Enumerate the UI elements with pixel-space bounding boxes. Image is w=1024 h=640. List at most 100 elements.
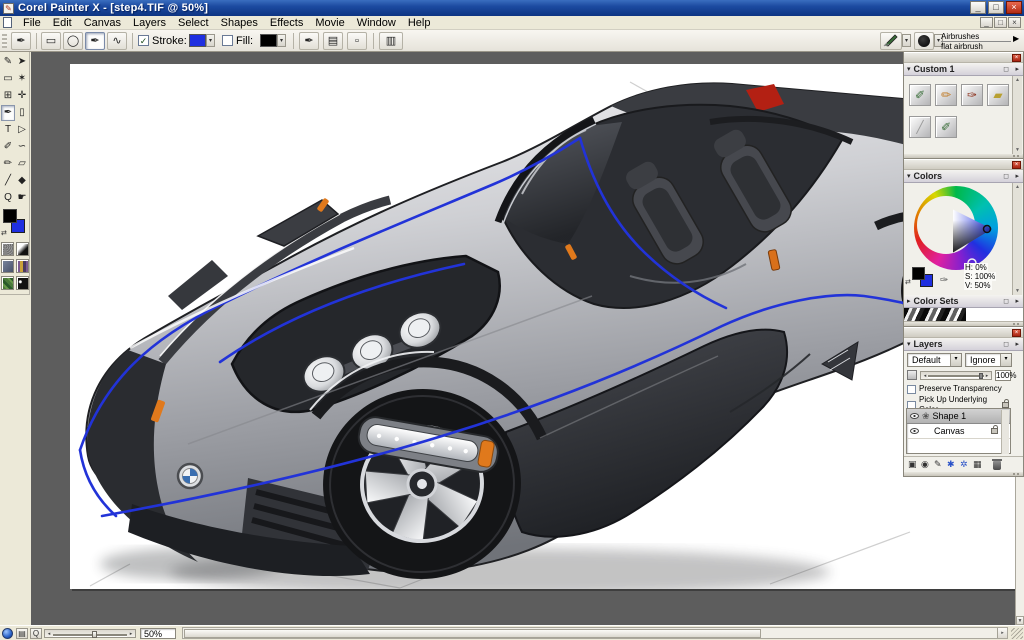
fill-color-swatch[interactable] — [260, 34, 277, 47]
page-info-icon[interactable]: ▤ — [16, 628, 28, 639]
new-layer-icon[interactable]: ✎ — [934, 459, 942, 470]
layer-commands-icon[interactable]: ▣ — [908, 459, 917, 470]
menu-shapes[interactable]: Shapes — [215, 16, 264, 30]
colors-palette-titlebar[interactable]: × — [904, 159, 1023, 170]
main-color-swatch[interactable] — [3, 209, 17, 223]
preview-button[interactable]: ▥ — [379, 32, 403, 50]
collapse-icon[interactable]: ▸ — [907, 297, 911, 305]
collapse-icon[interactable]: ▾ — [907, 172, 911, 180]
palette-menu-icon[interactable]: ▸ — [1015, 172, 1019, 180]
close-icon[interactable]: × — [1012, 54, 1021, 62]
stroke-options-button[interactable]: ✒ — [299, 32, 319, 50]
brush-tool[interactable]: ✎ — [1, 54, 15, 70]
palette-box-icon[interactable]: ◻ — [1003, 340, 1009, 348]
gradient-selector[interactable] — [16, 242, 29, 256]
palette-menu-icon[interactable]: ▸ — [1015, 340, 1019, 348]
layer-row-canvas[interactable]: Canvas — [907, 424, 1010, 439]
visibility-eye-icon[interactable] — [910, 413, 919, 419]
toolbar-grip[interactable] — [2, 34, 7, 48]
minimize-button[interactable]: _ — [970, 1, 986, 14]
pattern-selector[interactable] — [1, 259, 14, 273]
custom-palette-header[interactable]: ▾ Custom 1 ◻ ▸ — [904, 63, 1023, 76]
stroke-color-dropdown[interactable]: ▾ — [206, 34, 215, 47]
selection-adjuster-tool[interactable]: ✛ — [15, 88, 29, 104]
pen-tool[interactable]: ✒ — [1, 105, 15, 121]
color-set-preview[interactable] — [904, 308, 1023, 322]
dab-preview-button[interactable] — [914, 32, 934, 50]
brush-ghost-dropdown[interactable]: ▾ — [902, 34, 911, 47]
palette-box-icon[interactable]: ◻ — [1003, 172, 1009, 180]
clone-color-icon[interactable]: ✑ — [940, 275, 948, 286]
zoom-in-icon[interactable]: ▸ — [127, 630, 135, 638]
crop-tool[interactable]: ⊞ — [1, 88, 15, 104]
composite-depth-dropdown[interactable]: Ignore ▾ — [965, 353, 1012, 367]
drawer-icon[interactable] — [2, 628, 13, 639]
visibility-eye-icon[interactable] — [910, 428, 919, 434]
sv-triangle[interactable] — [914, 186, 998, 270]
palette-box-icon[interactable]: ◻ — [1003, 65, 1009, 73]
close-icon[interactable]: × — [1012, 329, 1021, 337]
close-button[interactable]: × — [1006, 1, 1022, 14]
rect-shape-button[interactable]: ▭ — [41, 32, 61, 50]
zoom-out-icon[interactable]: ◂ — [45, 630, 53, 638]
canvas-page[interactable] — [70, 64, 1015, 589]
palette-box-icon[interactable]: ◻ — [1003, 297, 1009, 305]
palette-scrollbar[interactable]: ▲ ▼ — [1012, 76, 1022, 154]
main-color-swatch[interactable] — [912, 267, 925, 280]
rect-select-tool[interactable]: ▭ — [1, 71, 15, 87]
oval-shape-button[interactable]: ◯ — [63, 32, 83, 50]
lasso-tool[interactable]: ∽ — [15, 139, 29, 155]
menu-movie[interactable]: Movie — [309, 16, 350, 30]
palette-menu-icon[interactable]: ▸ — [1015, 65, 1019, 73]
menu-help[interactable]: Help — [402, 16, 437, 30]
custom-palette-titlebar[interactable]: × — [904, 52, 1023, 63]
scroll-down-arrow[interactable]: ▼ — [1016, 616, 1024, 625]
palette-resize-handle[interactable] — [904, 472, 1023, 476]
layer-row-shape1[interactable]: ❀ Shape 1 — [907, 409, 1010, 424]
dynamic-plugins-icon[interactable]: ◉ — [921, 459, 929, 470]
scroll-up-icon[interactable]: ▲ — [1013, 183, 1022, 191]
layers-palette-titlebar[interactable]: × — [904, 327, 1023, 338]
palette-resize-handle[interactable] — [904, 154, 1023, 158]
scratchboard-tool-icon[interactable]: ✐ — [909, 84, 931, 106]
hscroll-thumb[interactable] — [184, 629, 761, 638]
stroke-checkbox[interactable]: ✓ — [138, 35, 149, 46]
eraser-tool[interactable]: ▱ — [15, 156, 29, 172]
rect-shape-tool[interactable]: ▯ — [15, 105, 29, 121]
scroll-right-icon[interactable]: ▸ — [997, 628, 1007, 638]
grabber-tool[interactable]: ☛ — [15, 190, 29, 206]
new-liquid-ink-layer-icon[interactable]: ✲ — [960, 459, 968, 470]
selection-options-button[interactable]: ▫ — [347, 32, 367, 50]
close-icon[interactable]: × — [1012, 161, 1021, 169]
dropdown-arrow-icon[interactable]: ▾ — [950, 354, 961, 366]
slider-right-icon[interactable]: ▸ — [983, 372, 991, 380]
weave-selector[interactable] — [16, 259, 29, 273]
menu-canvas[interactable]: Canvas — [78, 16, 127, 30]
pencil-icon[interactable]: ╱ — [909, 116, 931, 138]
palette-resize-handle[interactable] — [904, 322, 1023, 326]
chalk-icon[interactable]: ▰ — [987, 84, 1009, 106]
trash-icon[interactable] — [993, 461, 1001, 470]
layer-adjuster-tool[interactable]: ➤ — [15, 54, 29, 70]
quick-curve-button[interactable]: ∿ — [107, 32, 127, 50]
shape-selection-tool[interactable]: ▷ — [15, 122, 29, 138]
magnifier-icon[interactable]: Q — [30, 628, 42, 639]
swap-colors-icon[interactable]: ⇄ — [905, 278, 911, 286]
colors-palette-header[interactable]: ▾ Colors ◻ ▸ — [904, 170, 1023, 183]
composite-method-dropdown[interactable]: Default ▾ — [907, 353, 962, 367]
magnifier-tool[interactable]: Q — [1, 190, 15, 206]
text-tool[interactable]: T — [1, 122, 15, 138]
new-layer-mask-icon[interactable]: ▦ — [973, 459, 982, 470]
palette-scrollbar[interactable]: ▲ ▼ — [1012, 183, 1022, 295]
brush-selector[interactable]: Airbrushes flat airbrush — [941, 32, 1011, 50]
child-close-button[interactable]: × — [1008, 17, 1021, 28]
layers-palette-header[interactable]: ▾ Layers ◻ ▸ — [904, 338, 1023, 351]
scissors-tool[interactable]: ✐ — [1, 139, 15, 155]
layer-list-scrollbar[interactable] — [1001, 410, 1009, 454]
paint-bucket-tool[interactable]: ◆ — [15, 173, 29, 189]
swap-colors-icon[interactable]: ⇄ — [1, 229, 7, 237]
pen-button[interactable]: ✒ — [85, 32, 105, 50]
pencil-tool[interactable]: ✏ — [1, 156, 15, 172]
new-watercolor-layer-icon[interactable]: ✱ — [947, 459, 955, 470]
fill-checkbox[interactable] — [222, 35, 233, 46]
